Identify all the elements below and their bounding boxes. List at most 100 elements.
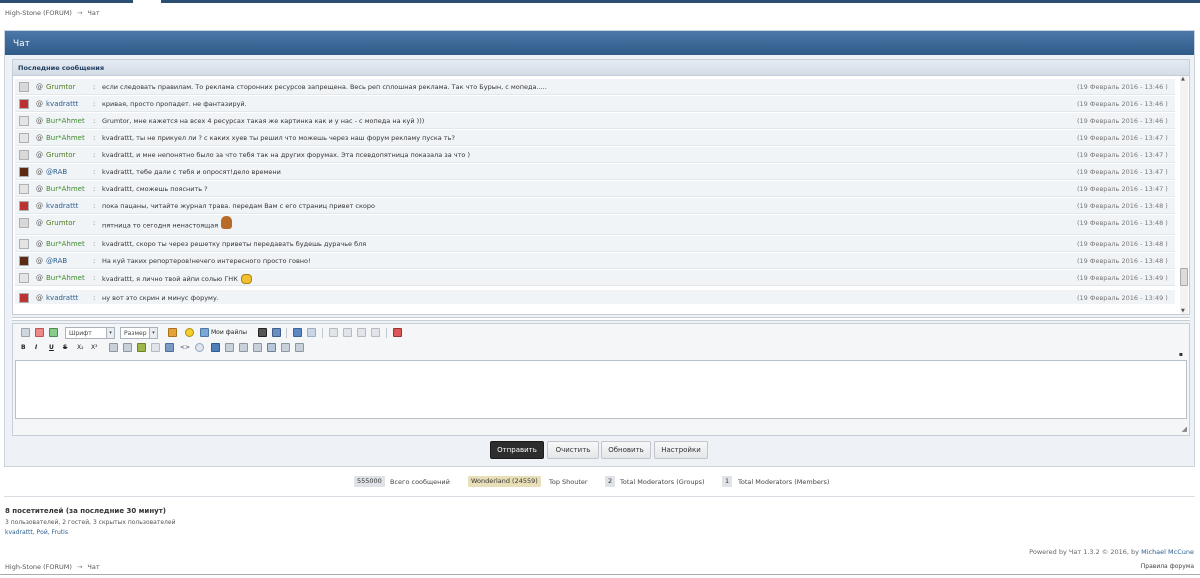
- avatar[interactable]: [19, 256, 29, 266]
- avatar[interactable]: [19, 133, 29, 143]
- message-textarea[interactable]: [15, 360, 1187, 419]
- scroll-down-icon[interactable]: ▼: [1181, 308, 1185, 314]
- mention-at-icon[interactable]: @: [36, 83, 43, 91]
- table-icon[interactable]: [49, 328, 58, 337]
- breadcrumb-site-link[interactable]: High-Stone (FORUM): [5, 563, 72, 571]
- message-author[interactable]: kvadrattt: [46, 294, 78, 302]
- mention-at-icon[interactable]: @: [36, 168, 43, 176]
- mention-at-icon[interactable]: @: [36, 257, 43, 265]
- avatar[interactable]: [19, 116, 29, 126]
- scroll-thumb[interactable]: [1180, 268, 1188, 286]
- mention-at-icon[interactable]: @: [36, 219, 43, 227]
- message-author[interactable]: Bur*Ahmet: [46, 134, 85, 142]
- message-author[interactable]: kvadrattt: [46, 202, 78, 210]
- settings-button[interactable]: Настройки: [654, 441, 708, 459]
- mention-at-icon[interactable]: @: [36, 117, 43, 125]
- mention-at-icon[interactable]: @: [36, 240, 43, 248]
- message-author[interactable]: Bur*Ahmet: [46, 240, 85, 248]
- superscript-button[interactable]: X²: [91, 344, 98, 351]
- moderators-members-label: Total Moderators (Members): [738, 478, 830, 486]
- paste-icon[interactable]: [357, 328, 366, 337]
- align-left-icon[interactable]: [253, 343, 262, 352]
- forum-rules-link[interactable]: Правила форума: [1141, 563, 1194, 570]
- image-icon[interactable]: [272, 328, 281, 337]
- top-shouter-badge[interactable]: Wonderland (24559): [468, 476, 541, 487]
- font-select[interactable]: Шрифт ▾: [65, 327, 115, 339]
- link-icon[interactable]: [211, 343, 220, 352]
- message-time: (19 Февраль 2016 - 13:48 ): [1077, 240, 1168, 248]
- message-author[interactable]: Grumtor: [46, 219, 75, 227]
- avatar[interactable]: [19, 293, 29, 303]
- collapse-toolbar-icon[interactable]: ▪: [1179, 351, 1183, 358]
- source-icon[interactable]: [21, 328, 30, 337]
- scroll-up-icon[interactable]: ▲: [1181, 76, 1185, 82]
- avatar[interactable]: [19, 201, 29, 211]
- mention-at-icon[interactable]: @: [36, 151, 43, 159]
- online-users-list[interactable]: kvadrattt, Рой, Frutis: [5, 529, 68, 536]
- message-author[interactable]: Bur*Ahmet: [46, 185, 85, 193]
- breadcrumb-site-link[interactable]: High-Stone (FORUM): [5, 9, 72, 17]
- numbered-list-icon[interactable]: [123, 343, 132, 352]
- comment-icon[interactable]: [195, 343, 204, 352]
- resize-grip-icon[interactable]: ◢: [1182, 425, 1187, 433]
- avatar[interactable]: [19, 99, 29, 109]
- chevron-down-icon: ▾: [106, 328, 114, 338]
- avatar[interactable]: [19, 184, 29, 194]
- avatar[interactable]: [19, 218, 29, 228]
- align-right-icon[interactable]: [281, 343, 290, 352]
- avatar[interactable]: [19, 167, 29, 177]
- message-author[interactable]: Bur*Ahmet: [46, 274, 85, 282]
- outdent-icon[interactable]: [239, 343, 248, 352]
- avatar[interactable]: [19, 82, 29, 92]
- message-author[interactable]: @RAB: [46, 168, 67, 176]
- align-justify-icon[interactable]: [295, 343, 304, 352]
- code-icon[interactable]: [151, 343, 160, 352]
- message-author[interactable]: @RAB: [46, 257, 67, 265]
- indent-icon[interactable]: [225, 343, 234, 352]
- message-scrollbar[interactable]: ▲ ▼: [1180, 76, 1188, 314]
- cut-icon[interactable]: [329, 328, 338, 337]
- underline-button[interactable]: U: [49, 344, 54, 351]
- bullet-list-icon[interactable]: [109, 343, 118, 352]
- clear-button[interactable]: Очистить: [547, 441, 599, 459]
- spellcheck-icon[interactable]: [393, 328, 402, 337]
- avatar[interactable]: [19, 273, 29, 283]
- author-link[interactable]: Michael McCune: [1141, 548, 1194, 556]
- avatar[interactable]: [19, 150, 29, 160]
- redo-icon[interactable]: [307, 328, 316, 337]
- html-icon[interactable]: <>: [180, 344, 190, 351]
- remove-format-icon[interactable]: [35, 328, 44, 337]
- message-text: кривая, просто пропадет. не фантазируй.: [102, 100, 247, 108]
- italic-button[interactable]: I: [35, 344, 37, 351]
- mention-at-icon[interactable]: @: [36, 294, 43, 302]
- mention-at-icon[interactable]: @: [36, 274, 43, 282]
- copy-icon[interactable]: [343, 328, 352, 337]
- message-author[interactable]: Bur*Ahmet: [46, 117, 85, 125]
- undo-icon[interactable]: [293, 328, 302, 337]
- media-icon[interactable]: [258, 328, 267, 337]
- bold-button[interactable]: B: [21, 344, 26, 351]
- my-files-button[interactable]: Мои файлы: [211, 329, 247, 336]
- message-time: (19 Февраль 2016 - 13:47 ): [1077, 168, 1168, 176]
- align-center-icon[interactable]: [267, 343, 276, 352]
- smiley-icon[interactable]: [185, 328, 194, 337]
- mention-at-icon[interactable]: @: [36, 100, 43, 108]
- mention-at-icon[interactable]: @: [36, 134, 43, 142]
- strikethrough-button[interactable]: S: [63, 344, 67, 351]
- spoiler-icon[interactable]: [165, 343, 174, 352]
- subscript-button[interactable]: X₂: [77, 344, 84, 351]
- avatar[interactable]: [19, 239, 29, 249]
- message-author[interactable]: Grumtor: [46, 83, 75, 91]
- message-colon: :: [93, 202, 96, 210]
- send-button[interactable]: Отправить: [490, 441, 544, 459]
- paste-text-icon[interactable]: [371, 328, 380, 337]
- files-icon[interactable]: [200, 328, 209, 337]
- message-author[interactable]: Grumtor: [46, 151, 75, 159]
- refresh-button[interactable]: Обновить: [601, 441, 651, 459]
- message-author[interactable]: kvadrattt: [46, 100, 78, 108]
- size-select[interactable]: Размер ▾: [120, 327, 158, 339]
- text-color-icon[interactable]: [168, 328, 177, 337]
- mention-at-icon[interactable]: @: [36, 202, 43, 210]
- mention-at-icon[interactable]: @: [36, 185, 43, 193]
- quote-icon[interactable]: [137, 343, 146, 352]
